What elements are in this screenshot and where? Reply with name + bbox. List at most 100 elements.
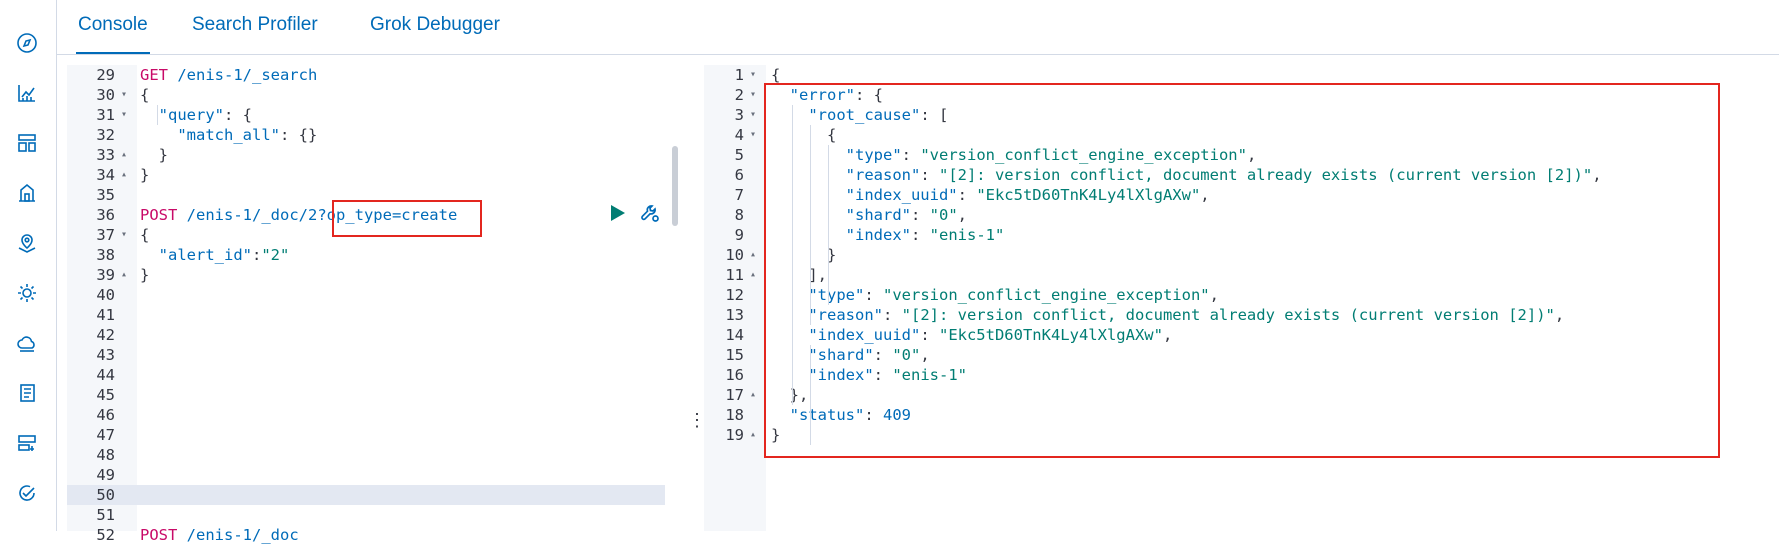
request-settings-button[interactable] [639,202,661,224]
tab-console[interactable]: Console [76,14,150,54]
code-text: } [771,425,780,445]
line-number: 29 [96,66,115,84]
code-token: } [140,146,168,164]
chart-icon[interactable] [16,82,38,104]
map-icon[interactable] [16,232,38,254]
code-token: : [920,166,939,184]
fold-toggle-icon[interactable]: ▾ [121,225,127,245]
code-token: /enis-1/_doc/2?op_type=create [186,206,458,224]
code-line: 14 "index_uuid": "Ekc5tD60TnK4Ly4lXlgAXw… [704,325,1779,345]
code-line: 12 "type": "version_conflict_engine_exce… [704,285,1779,305]
line-number: 3 [734,106,744,124]
code-token: "query" [140,106,224,124]
code-token: "Ekc5tD60TnK4Ly4lXlgAXw" [976,186,1201,204]
line-number: 45 [96,386,115,404]
code-token: "enis-1" [929,226,1005,244]
code-token: : [873,346,893,364]
code-token: } [140,166,150,184]
ml-icon[interactable] [16,282,38,304]
code-token: "reason" [771,166,921,184]
fold-toggle-icon[interactable]: ▾ [750,85,756,105]
code-line: 6 "reason": "[2]: version conflict, docu… [704,165,1779,185]
code-line: 29 GET /enis-1/_search [67,65,687,85]
code-line: 8 "shard": "0", [704,205,1779,225]
code-line: 9 "index": "enis-1" [704,225,1779,245]
code-token: { [140,226,150,244]
code-line: 49 [67,465,687,485]
line-number: 44 [96,366,115,384]
fold-toggle-icon[interactable]: ▴ [121,265,127,285]
uptime-icon[interactable] [16,482,38,504]
code-line: 10 ▴ } [704,245,1779,265]
code-token: "error" [771,86,855,104]
panel-resize-handle[interactable]: ⋮ [688,400,706,440]
code-token: "reason" [771,306,883,324]
line-number: 50 [96,486,115,504]
logs-icon[interactable] [16,382,38,404]
code-token: "[2]: version conflict, document already… [938,166,1593,184]
fold-toggle-icon[interactable]: ▾ [750,125,756,145]
code-line: 5 "type": "version_conflict_engine_excep… [704,145,1779,165]
code-token: ], [771,266,827,284]
code-token: "Ekc5tD60TnK4Ly4lXlgAXw" [938,326,1163,344]
code-text: "reason": "[2]: version conflict, docume… [771,305,1564,325]
request-scrollbar[interactable] [672,146,678,226]
code-line: 1 ▾ { [704,65,1779,85]
fold-toggle-icon[interactable]: ▴ [750,265,756,285]
code-line: 50 [67,485,687,505]
compass-icon[interactable] [16,32,38,54]
code-token: "shard" [771,346,874,364]
code-text: "shard": "0", [771,205,967,225]
code-token: "0" [892,346,921,364]
line-number: 49 [96,466,115,484]
line-number: 40 [96,286,115,304]
fold-toggle-icon[interactable]: ▴ [121,165,127,185]
code-text: "index": "enis-1" [771,225,1005,245]
code-line: 3 ▾ "root_cause": [ [704,105,1779,125]
fold-toggle-icon[interactable]: ▾ [121,105,127,125]
fold-toggle-icon[interactable]: ▾ [750,65,756,85]
fold-toggle-icon[interactable]: ▴ [750,425,756,445]
code-token: : [910,206,930,224]
code-text: POST /enis-1/_doc [140,525,299,545]
play-icon [611,205,625,221]
dashboard-icon[interactable] [16,132,38,154]
code-line: 44 [67,365,687,385]
line-number: 9 [734,226,744,244]
code-text: "match_all": {} [140,125,317,145]
code-token: : [864,406,883,424]
code-text: "reason": "[2]: version conflict, docume… [771,165,1602,185]
code-token: } [771,426,781,444]
line-number: 13 [725,306,744,324]
code-line: 2 ▾ "error": { [704,85,1779,105]
code-line: 11 ▴ ], [704,265,1779,285]
send-request-button[interactable] [606,202,628,224]
code-line: 15 "shard": "0", [704,345,1779,365]
line-number: 15 [725,346,744,364]
code-line: 17 ▴ }, [704,385,1779,405]
fold-toggle-icon[interactable]: ▴ [121,145,127,165]
code-token: "[2]: version conflict, document already… [901,306,1555,324]
code-text: } [140,265,149,285]
fold-toggle-icon[interactable]: ▾ [121,85,127,105]
request-editor[interactable]: 29 GET /enis-1/_search 30 ▾{31 ▾ "query": {3… [67,65,687,544]
cloud-icon[interactable] [16,332,38,354]
fold-toggle-icon[interactable]: ▴ [750,385,756,405]
indent-guide [828,145,829,305]
code-token: , [1162,326,1173,344]
line-number: 52 [96,526,115,544]
tab-search-profiler[interactable]: Search Profiler [192,14,318,52]
fold-toggle-icon[interactable]: ▴ [750,245,756,265]
code-token: { [140,86,150,104]
code-token: , [1209,286,1219,304]
fold-toggle-icon[interactable]: ▾ [750,105,756,125]
code-token: "version_conflict_engine_exception" [920,146,1247,164]
code-token: "2" [261,246,290,264]
tab-grok-debugger[interactable]: Grok Debugger [370,14,500,52]
infra-icon[interactable] [16,432,38,454]
code-token: } [140,266,150,284]
code-line: 51 [67,505,687,525]
building-icon[interactable] [16,182,38,204]
line-number: 12 [725,286,744,304]
line-number: 18 [725,406,744,424]
